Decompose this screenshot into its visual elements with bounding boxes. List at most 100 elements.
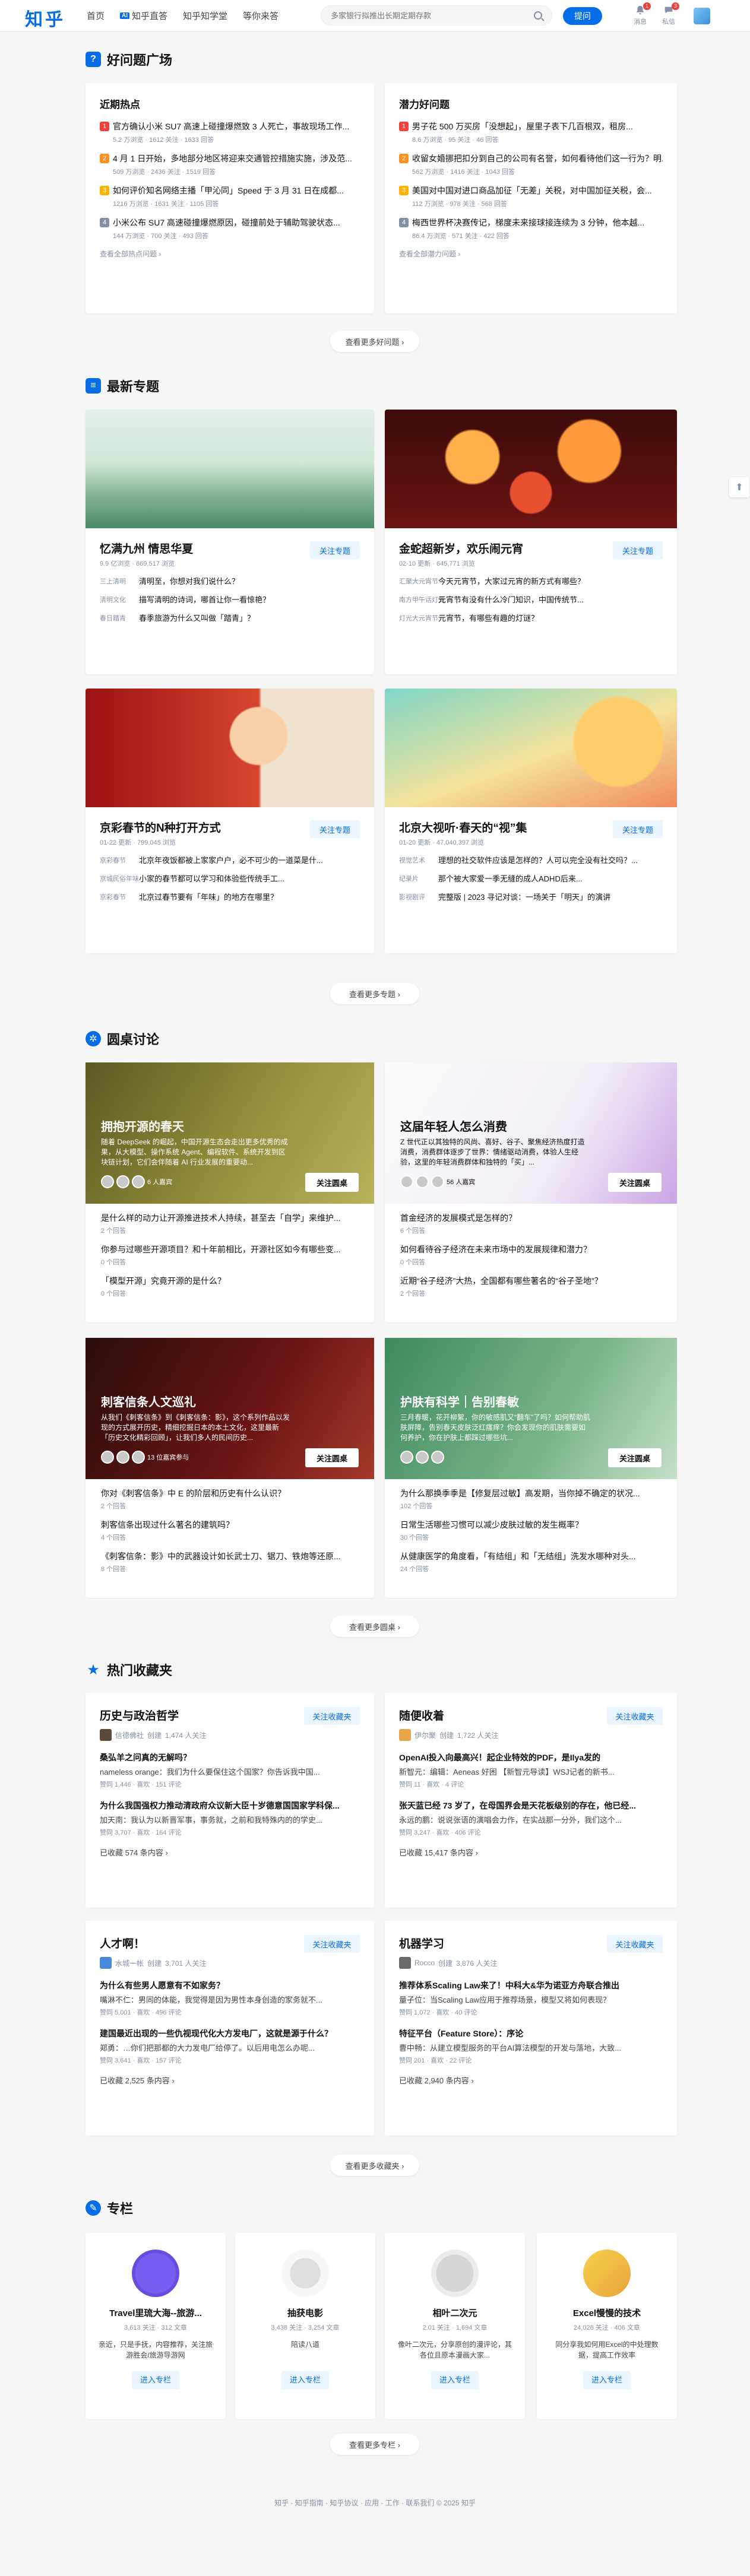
- owner-name[interactable]: 信德佛社: [115, 1730, 144, 1740]
- question-item[interactable]: 1 男子花 500 万买房「没想起」，屋里子表下几百根双，租房... 8.6 万浏览…: [399, 120, 663, 144]
- follow-topic-button[interactable]: 关注专题: [310, 541, 360, 559]
- collection-card[interactable]: 人才啊！ 水城一帐 创建 3,701 人关注 关注收藏夹 为什么有些男人愿意有不如家务？嘴…: [86, 1921, 374, 2136]
- chat-button[interactable]: 3 私信: [657, 2, 681, 26]
- column-name[interactable]: Travel里琉大海--旅游...: [86, 2307, 226, 2319]
- more-collections-button[interactable]: 查看更多收藏夹 ›: [330, 2155, 419, 2176]
- question-item[interactable]: 4 梅西世界杯决赛传记，梯度未来接球接连续为 3 分钟，他本越... 86.4 万浏…: [399, 217, 663, 240]
- topic-question[interactable]: 视觉艺术 理想的社交软件应该是怎样的？人可以完全没有社交吗？...: [399, 854, 663, 865]
- collection-item[interactable]: 为什么有些男人愿意有不如家务？ 嘴淋不仁：男同的体能，我觉得是因为男性本身创造的家…: [100, 1979, 360, 2017]
- column-name[interactable]: Excel慢慢的技术: [537, 2307, 677, 2319]
- owner-name[interactable]: Rocco: [414, 1959, 435, 1967]
- zhihu-logo[interactable]: 知乎: [25, 5, 65, 31]
- collection-item[interactable]: OpenAI投入向最高兴！起企业特效的PDF，是Ilya发的 新智元：编辑：Aen…: [399, 1752, 663, 1789]
- question-item[interactable]: 4 小米公布 SU7 高速碰撞爆燃原因，碰撞前处于辅助驾驶状态... 144 万浏览…: [100, 217, 360, 240]
- topic-cover-image[interactable]: [86, 689, 374, 807]
- questions-potential-more[interactable]: 查看全部潜力问题 ›: [399, 249, 663, 259]
- follow-roundtable-button[interactable]: 关注圆桌: [608, 1448, 662, 1467]
- topic-cover-image[interactable]: [385, 410, 677, 528]
- roundtable-card[interactable]: 护肤有科学｜告别春敏 三月春暖，花开柳絮，你的敏感肌又“翻车”了吗？如何帮助肌肤屏…: [385, 1338, 677, 1598]
- follow-roundtable-button[interactable]: 关注圆桌: [608, 1173, 662, 1192]
- question-item[interactable]: 3 美国对中国对进口商品加征「无差」关税，对中国加征关税，会... 112 万浏览 …: [399, 185, 663, 208]
- collection-item[interactable]: 桑弘羊之问真的无解吗？ nameless orange：我们为什么要保住这个国家？…: [100, 1752, 360, 1789]
- roundtable-card[interactable]: 这届年轻人怎么消费 Z 世代正以其独特的风尚、喜好、谷子、聚焦经济热度打造消费，消…: [385, 1062, 677, 1322]
- follow-collection-button[interactable]: 关注收藏夹: [304, 1935, 360, 1953]
- follow-topic-button[interactable]: 关注专题: [310, 820, 360, 838]
- topic-question[interactable]: 京彩春节 北京过春节要有「年味」的地方在哪里？: [100, 891, 360, 902]
- question-item[interactable]: 2 4 月 1 日开始，多地部分地区将迎来交通管控措施实施，涉及范... 509 万…: [100, 153, 360, 176]
- more-columns-button[interactable]: 查看更多专栏 ›: [330, 2434, 419, 2455]
- enter-column-button[interactable]: 进入专栏: [431, 2371, 479, 2389]
- topic-question[interactable]: 灯光大元宵节 元宵节，有哪些有趣的灯谜？: [399, 612, 663, 623]
- search-icon[interactable]: [534, 11, 542, 20]
- roundtable-title[interactable]: 护肤有科学｜告别春敏: [400, 1392, 519, 1410]
- topic-cover-image[interactable]: [385, 689, 677, 807]
- topic-card[interactable]: 北京大视听·春天的“视”集 01-20 更新 · 47,040,397 浏览 视觉艺…: [385, 689, 677, 953]
- topic-card[interactable]: 忆满九州 情思华夏 9.9 亿浏览 · 669,517 浏览 三上清明 清明至，你想对…: [86, 410, 374, 674]
- owner-avatar[interactable]: [100, 1957, 112, 1969]
- column-card[interactable]: 相叶二次元 2.01 关注 · 1,694 文章 像叶二次元，分享原创的漫评论，其各…: [385, 2233, 525, 2419]
- roundtable-card[interactable]: 刺客信条人文巡礼 从我们《刺客信条》到《刺客信条：影》，这个系列作品以发现的方式展…: [86, 1338, 374, 1598]
- enter-column-button[interactable]: 进入专栏: [281, 2371, 329, 2389]
- questions-hot-more[interactable]: 查看全部热点问题 ›: [100, 249, 360, 259]
- enter-column-button[interactable]: 进入专栏: [583, 2371, 631, 2389]
- collection-count-link[interactable]: 已收藏 574 条内容 ›: [100, 1847, 360, 1858]
- follow-roundtable-button[interactable]: 关注圆桌: [305, 1448, 359, 1467]
- roundtable-question[interactable]: 「模型开源」究竟开源的是什么？ 0 个回答: [101, 1275, 359, 1298]
- roundtable-question[interactable]: 你参与过哪些开源项目？和十年前相比，开源社区如今有哪些变... 0 个回答: [101, 1243, 359, 1267]
- column-card[interactable]: 抽获电影 3,438 关注 · 3,254 文章 陪读八道 进入专栏: [235, 2233, 375, 2419]
- topic-cover-image[interactable]: [86, 410, 374, 528]
- roundtable-banner[interactable]: 这届年轻人怎么消费 Z 世代正以其独特的风尚、喜好、谷子、聚焦经济热度打造消费，消…: [385, 1062, 677, 1204]
- roundtable-title[interactable]: 这届年轻人怎么消费: [400, 1117, 507, 1134]
- column-avatar[interactable]: [281, 2250, 329, 2297]
- collection-item[interactable]: 建国最近出现的一些仇视现代化大方发电厂，这就是源于什么？ 郑勇：…你们把那都的大力…: [100, 2028, 360, 2065]
- topic-question[interactable]: 三上清明 清明至，你想对我们说什么？: [100, 575, 360, 586]
- collection-item[interactable]: 推荐体系Scaling Law来了！中科大&华为诺亚方舟联合推出 量子位：当Sca…: [399, 1979, 663, 2017]
- column-name[interactable]: 相叶二次元: [385, 2307, 525, 2319]
- roundtable-title[interactable]: 拥抱开源的春天: [101, 1117, 184, 1134]
- collection-item[interactable]: 张天蓝已经 73 岁了，在母国界会是天花板级别的存在，他已经... 永远的鹏：说说…: [399, 1800, 663, 1837]
- topic-card[interactable]: 金蛇超新岁，欢乐闹元宵 02-10 更新 · 645,771 浏览 汇聚大元宵节 今天…: [385, 410, 677, 674]
- roundtable-title[interactable]: 刺客信条人文巡礼: [101, 1392, 196, 1410]
- follow-topic-button[interactable]: 关注专题: [613, 541, 663, 559]
- collection-count-link[interactable]: 已收藏 2,940 条内容 ›: [399, 2074, 663, 2086]
- back-to-top-button[interactable]: ⬆: [729, 477, 749, 497]
- search-input[interactable]: [331, 11, 534, 20]
- roundtable-card[interactable]: 拥抱开源的春天 随着 DeepSeek 的崛起，中国开源生态会走出更多优秀的成果，…: [86, 1062, 374, 1322]
- roundtable-question[interactable]: 近期“谷子经济”大热，全国都有哪些著名的“谷子圣地”？ 2 个回答: [400, 1275, 662, 1298]
- roundtable-banner[interactable]: 护肤有科学｜告别春敏 三月春暖，花开柳絮，你的敏感肌又“翻车”了吗？如何帮助肌肤屏…: [385, 1338, 677, 1479]
- column-avatar[interactable]: [132, 2250, 179, 2297]
- collection-card[interactable]: 历史与政治哲学 信德佛社 创建 1,474 人关注 关注收藏夹 桑弘羊之问真的无解吗？ na…: [86, 1693, 374, 1908]
- question-item[interactable]: 1 官方确认小米 SU7 高速上碰撞爆燃致 3 人死亡，事故现场工作... 5.2 …: [100, 120, 360, 144]
- topic-card[interactable]: 京彩春节的N种打开方式 01-22 更新 · 799,045 浏览 京彩春节 北京年夜…: [86, 689, 374, 953]
- topic-question[interactable]: 影视剧评 完整版 | 2023 寻记对谈：一场关于「明天」的演讲: [399, 891, 663, 902]
- topic-question[interactable]: 纪录片 那个被大家爱一季无缝的成人ADHD后来...: [399, 873, 663, 884]
- topic-question[interactable]: 清明文化 描写清明的诗词，哪首让你一看惊艳？: [100, 594, 360, 605]
- nav-zhixuetang[interactable]: 知乎知学堂: [183, 9, 227, 22]
- column-card[interactable]: Travel里琉大海--旅游... 3,613 关注 · 312 文章 亲近，只是手…: [86, 2233, 226, 2419]
- nav-home[interactable]: 首页: [87, 9, 105, 22]
- follow-collection-button[interactable]: 关注收藏夹: [304, 1707, 360, 1725]
- roundtable-question[interactable]: 首金经济的发展模式是怎样的？ 6 个回答: [400, 1212, 662, 1235]
- collection-item[interactable]: 特征平台（Feature Store）：序论 曹中畅：从建立模型服务的平台AI算法…: [399, 2028, 663, 2065]
- owner-name[interactable]: 水城一帐: [115, 1958, 144, 1968]
- question-item[interactable]: 2 收留女婚挪把扣分到自己的公司有名誉，如何看待他们这一行为？明... 562 万浏…: [399, 153, 663, 176]
- messages-button[interactable]: 1 消息: [628, 2, 652, 26]
- topic-question[interactable]: 南方甲午话灯笼 元宵节有没有什么冷门知识，中国传统节...: [399, 594, 663, 605]
- column-card[interactable]: Excel慢慢的技术 24,026 关注 · 406 文章 同分享我如何用Excel…: [537, 2233, 677, 2419]
- roundtable-question[interactable]: 如何看待谷子经济在未来市场中的发展规律和潜力？ 0 个回答: [400, 1243, 662, 1267]
- collection-card[interactable]: 随便收着 伊尔聚 创建 1,722 人关注 关注收藏夹 OpenAI投入向最高兴！起企业特…: [385, 1693, 677, 1908]
- follow-collection-button[interactable]: 关注收藏夹: [607, 1935, 663, 1953]
- nav-zhida[interactable]: AI 知乎直答: [120, 9, 167, 22]
- owner-avatar[interactable]: [100, 1729, 112, 1741]
- topic-question[interactable]: 汇聚大元宵节 今天元宵节，大家过元宵的新方式有哪些？: [399, 575, 663, 586]
- question-item[interactable]: 3 如何评价知名网络主播「甲沁同」Speed 于 3 月 31 日在成都... 12…: [100, 185, 360, 208]
- roundtable-question[interactable]: 你对《刺客信条》中 E 的阶层和历史有什么认识？ 2 个回答: [101, 1487, 359, 1511]
- follow-roundtable-button[interactable]: 关注圆桌: [305, 1173, 359, 1192]
- nav-waiting[interactable]: 等你来答: [243, 9, 279, 22]
- owner-name[interactable]: 伊尔聚: [414, 1730, 436, 1740]
- collection-count-link[interactable]: 已收藏 2,525 条内容 ›: [100, 2074, 360, 2086]
- topic-question[interactable]: 春日踏青 春季旅游为什么又叫做「踏青」？: [100, 612, 360, 623]
- collection-count-link[interactable]: 已收藏 15,417 条内容 ›: [399, 1847, 663, 1858]
- owner-avatar[interactable]: [399, 1729, 411, 1741]
- user-avatar[interactable]: [694, 8, 710, 24]
